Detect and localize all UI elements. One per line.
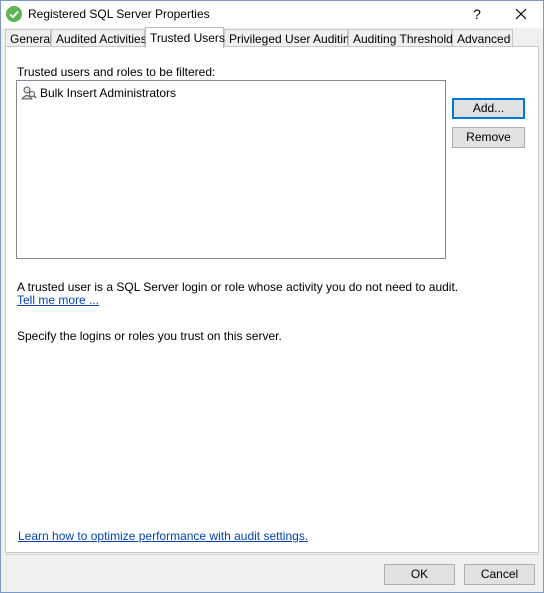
properties-dialog: Registered SQL Server Properties ? Gener… (0, 0, 544, 593)
close-icon (515, 8, 527, 20)
tab-strip: General Audited Activities Trusted Users… (5, 27, 539, 48)
close-button[interactable] (507, 4, 535, 24)
list-label: Trusted users and roles to be filtered: (17, 65, 216, 79)
ok-button[interactable]: OK (384, 564, 455, 585)
title-bar: Registered SQL Server Properties ? (1, 1, 543, 28)
trusted-users-list[interactable]: Bulk Insert Administrators (16, 80, 446, 259)
user-role-icon (21, 86, 37, 100)
tab-trusted-users[interactable]: Trusted Users (145, 27, 225, 48)
remove-button[interactable]: Remove (452, 127, 525, 148)
tell-me-more-link[interactable]: Tell me more ... (17, 293, 99, 307)
help-button[interactable]: ? (463, 4, 491, 24)
list-item[interactable]: Bulk Insert Administrators (21, 85, 176, 101)
specify-text: Specify the logins or roles you trust on… (17, 329, 282, 343)
check-circle-icon (6, 6, 22, 22)
trusted-users-panel: Trusted users and roles to be filtered: … (5, 46, 539, 553)
window-title: Registered SQL Server Properties (28, 7, 210, 21)
learn-optimize-link[interactable]: Learn how to optimize performance with a… (18, 529, 308, 543)
cancel-button[interactable]: Cancel (464, 564, 535, 585)
description-text: A trusted user is a SQL Server login or … (17, 280, 459, 294)
footer-divider (5, 554, 539, 555)
list-item-label: Bulk Insert Administrators (40, 86, 177, 100)
add-button[interactable]: Add... (452, 98, 525, 119)
